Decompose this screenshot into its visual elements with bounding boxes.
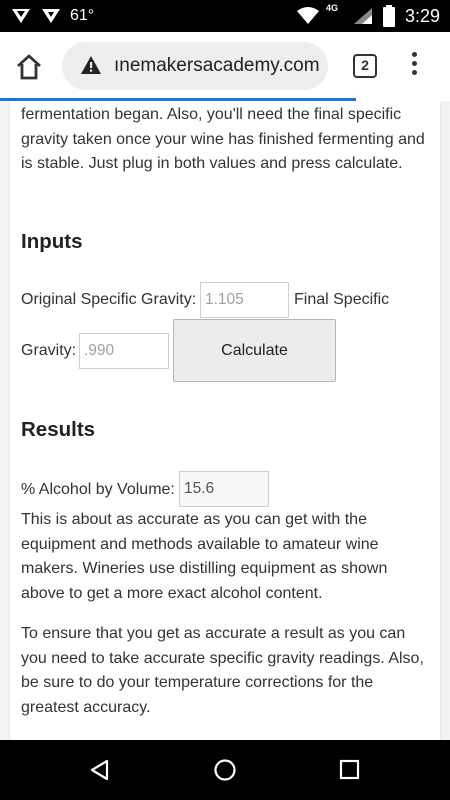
battery-icon	[383, 5, 395, 27]
warning-icon[interactable]	[80, 55, 102, 75]
page-content: fermentation began. Also, you'll need th…	[0, 101, 450, 740]
alcohol-output[interactable]: 15.6	[179, 471, 269, 507]
tip-paragraph: To ensure that you get as accurate a res…	[21, 625, 424, 716]
home-circle-icon[interactable]	[213, 758, 237, 782]
tabs-icon[interactable]: 2	[353, 54, 377, 78]
alcohol-label: % Alcohol by Volume:	[21, 481, 175, 498]
accuracy-paragraph: This is about as accurate as you can get…	[21, 511, 388, 602]
calculate-button[interactable]: Calculate	[173, 319, 336, 382]
original-gravity-input[interactable]: 1.105	[200, 282, 289, 318]
shield-icon	[12, 9, 30, 23]
wifi-icon	[297, 7, 319, 24]
menu-icon[interactable]	[408, 52, 420, 80]
recents-icon[interactable]	[338, 758, 362, 782]
temperature: 61°	[70, 7, 95, 24]
final-gravity-input[interactable]: .990	[79, 333, 169, 369]
url-text[interactable]: ınemakersacademy.com	[114, 55, 320, 77]
browser-toolbar: ınemakersacademy.com 2	[0, 32, 450, 100]
content-card: fermentation began. Also, you'll need th…	[10, 101, 440, 740]
final-gravity-label-cont: Gravity:	[21, 342, 77, 359]
home-icon[interactable]	[14, 52, 44, 82]
clock: 3:29	[404, 6, 440, 26]
signal-icon	[354, 8, 372, 24]
inputs-heading: Inputs	[21, 230, 83, 253]
address-bar[interactable]: ınemakersacademy.com	[62, 42, 328, 90]
network-type: 4G	[326, 3, 339, 13]
back-icon[interactable]	[88, 758, 112, 782]
final-gravity-label: Final Specific	[294, 291, 390, 308]
android-icon	[42, 9, 60, 23]
results-heading: Results	[21, 418, 96, 441]
status-bar: 61° 4G 3:29	[0, 0, 450, 32]
original-gravity-label: Original Specific Gravity:	[21, 291, 197, 308]
system-navigation-bar	[0, 740, 450, 800]
intro-paragraph: fermentation began. Also, you'll need th…	[21, 106, 425, 172]
